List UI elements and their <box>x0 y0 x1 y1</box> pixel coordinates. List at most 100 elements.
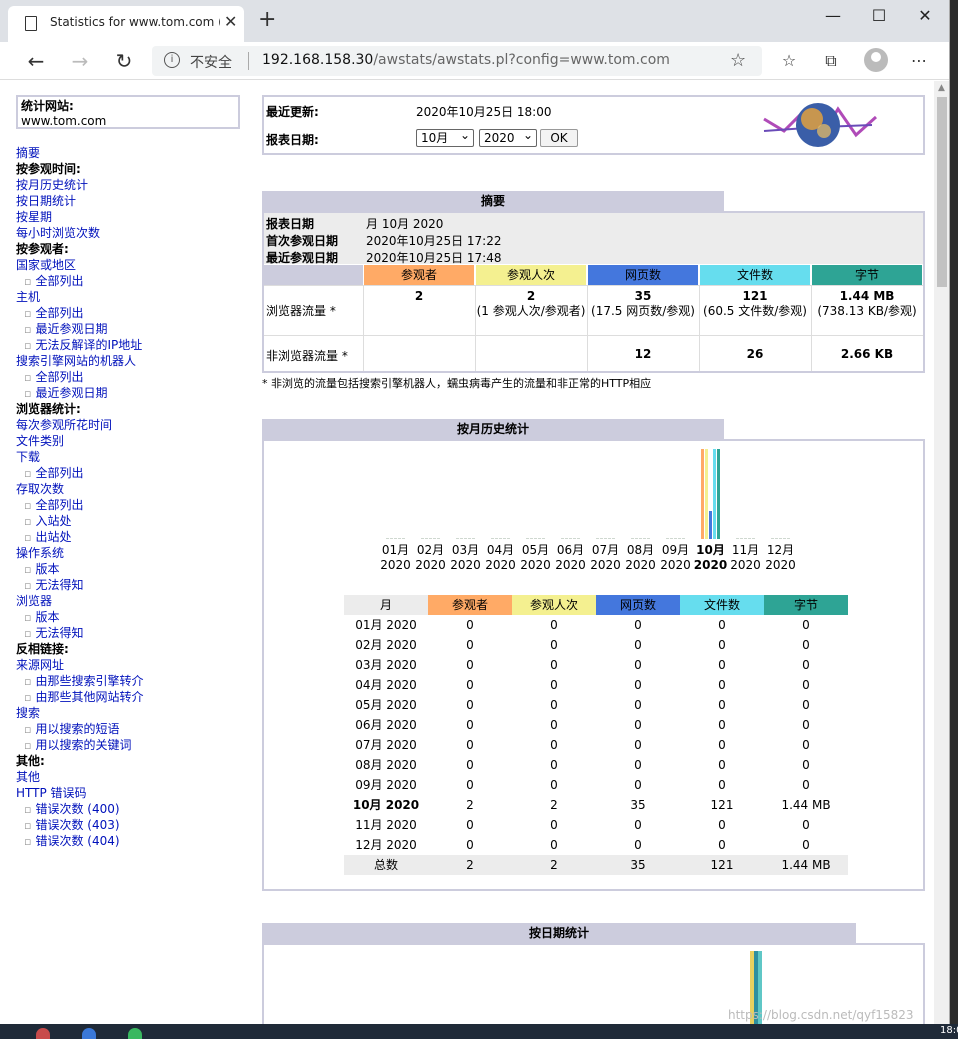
monthly-chart-label-month: 01月 <box>381 543 410 557</box>
profile-avatar[interactable] <box>864 48 888 72</box>
sidebar-link[interactable]: 最近参观日期 <box>16 321 246 337</box>
browser-tab[interactable]: Statistics for www.tom.com (2020 ✕ <box>8 6 244 42</box>
sidebar-link[interactable]: 浏览器 <box>16 593 246 609</box>
page-scrollbar[interactable]: ▲ <box>934 81 949 1024</box>
address-bar[interactable]: i 不安全 192.168.158.30/awstats/awstats.pl?… <box>152 46 762 76</box>
scroll-up-icon[interactable]: ▲ <box>938 83 945 93</box>
monthly-chart-bar <box>472 537 475 539</box>
summary-col-header: 字节 <box>812 265 922 285</box>
sidebar-link[interactable]: 无法反解译的IP地址 <box>16 337 246 353</box>
sidebar-link[interactable]: 每次参观所花时间 <box>16 417 246 433</box>
sidebar-link[interactable]: 按月历史统计 <box>16 177 246 193</box>
monthly-row-value: 0 <box>550 838 558 852</box>
monthly-chart-bar <box>670 537 673 539</box>
sidebar-link[interactable]: 无法得知 <box>16 577 246 593</box>
sidebar-link[interactable]: 摘要 <box>16 145 246 161</box>
sidebar-link[interactable]: 全部列出 <box>16 465 246 481</box>
sidebar-link[interactable]: 入站处 <box>16 513 246 529</box>
sidebar-link[interactable]: 文件类别 <box>16 433 246 449</box>
sidebar-link[interactable]: 搜索 <box>16 705 246 721</box>
refresh-button[interactable]: ↻ <box>110 48 138 74</box>
minimize-icon[interactable]: — <box>810 4 856 28</box>
monthly-chart-bar <box>674 537 677 539</box>
sidebar-heading: 按参观者: <box>16 242 69 256</box>
sidebar-link[interactable]: 其他 <box>16 769 246 785</box>
sidebar-link[interactable]: 每小时浏览次数 <box>16 225 246 241</box>
sidebar-heading: 浏览器统计: <box>16 402 81 416</box>
monthly-row-value: 0 <box>550 698 558 712</box>
sidebar-link[interactable]: 版本 <box>16 609 246 625</box>
scroll-thumb[interactable] <box>937 97 947 287</box>
sidebar-link[interactable]: 按日期统计 <box>16 193 246 209</box>
viewed-traffic-ratio: (1 参观人次/参观者) <box>476 304 586 318</box>
sidebar-link[interactable]: 无法得知 <box>16 625 246 641</box>
monthly-row-month: 12月 2020 <box>355 838 417 852</box>
monthly-chart-label-month: 05月 <box>521 543 550 557</box>
ok-button[interactable]: OK <box>540 129 578 147</box>
sidebar-link[interactable]: 最近参观日期 <box>16 385 246 401</box>
monthly-chart-bar <box>736 537 739 539</box>
monthly-chart-bar <box>534 537 537 539</box>
close-window-icon[interactable]: ✕ <box>902 4 948 28</box>
monthly-row-value: 0 <box>466 638 474 652</box>
sidebar-link[interactable]: 全部列出 <box>16 369 246 385</box>
not-viewed-traffic-label: 非浏览器流量 * <box>266 349 348 363</box>
info-icon[interactable]: i <box>164 52 180 68</box>
collections-icon[interactable]: ⧉ <box>818 49 844 73</box>
sidebar-link[interactable]: 按星期 <box>16 209 246 225</box>
month-select[interactable]: 10月 <box>416 127 474 147</box>
monthly-row-value: 0 <box>634 838 642 852</box>
sidebar-link[interactable]: 搜索引擎网站的机器人 <box>16 353 246 369</box>
taskbar-app-icon[interactable] <box>128 1028 142 1039</box>
sidebar-link[interactable]: 由那些其他网站转介 <box>16 689 246 705</box>
monthly-chart-bar <box>639 537 642 539</box>
sidebar-link[interactable]: 用以搜索的短语 <box>16 721 246 737</box>
tab-close-icon[interactable]: ✕ <box>224 12 237 31</box>
sidebar-link[interactable]: 国家或地区 <box>16 257 246 273</box>
monthly-row-value: 0 <box>634 678 642 692</box>
monthly-chart-bar <box>507 537 510 539</box>
taskbar-app-icon[interactable] <box>36 1028 50 1039</box>
report-date-label: 报表日期: <box>266 133 319 147</box>
more-menu-icon[interactable]: ⋯ <box>906 49 932 73</box>
monthly-chart-label: 01月 2020 <box>378 543 413 573</box>
taskbar-app-icon[interactable] <box>82 1028 96 1039</box>
monthly-row-value: 0 <box>718 758 726 772</box>
viewed-traffic-value: 2 <box>526 289 536 303</box>
year-select[interactable]: 2020 <box>479 127 537 147</box>
monthly-chart-bar <box>526 537 529 539</box>
maximize-icon[interactable]: ☐ <box>856 4 902 28</box>
sidebar-link[interactable]: 由那些搜索引擎转介 <box>16 673 246 689</box>
monthly-chart-label: 05月 2020 <box>518 543 553 573</box>
monthly-col-header: 字节 <box>764 595 848 615</box>
monthly-chart-label-month: 03月 <box>451 543 480 557</box>
sidebar-link[interactable]: 错误次数 (403) <box>16 817 246 833</box>
new-tab-button[interactable]: + <box>258 8 276 32</box>
url-text[interactable]: 192.168.158.30/awstats/awstats.pl?config… <box>262 52 670 68</box>
sidebar-link[interactable]: 用以搜索的关键词 <box>16 737 246 753</box>
sidebar-link[interactable]: 全部列出 <box>16 305 246 321</box>
monthly-row-value: 0 <box>718 738 726 752</box>
sidebar-link[interactable]: 出站处 <box>16 529 246 545</box>
favorite-star-icon[interactable]: ☆ <box>730 50 746 71</box>
sidebar-link[interactable]: HTTP 错误码 <box>16 785 246 801</box>
sidebar-link[interactable]: 下载 <box>16 449 246 465</box>
sidebar-link[interactable]: 存取次数 <box>16 481 246 497</box>
monthly-chart-bar <box>499 537 502 539</box>
sidebar-link[interactable]: 错误次数 (404) <box>16 833 246 849</box>
sidebar-link[interactable]: 全部列出 <box>16 273 246 289</box>
sidebar-link[interactable]: 全部列出 <box>16 497 246 513</box>
sidebar-link[interactable]: 错误次数 (400) <box>16 801 246 817</box>
forward-button[interactable]: → <box>66 48 94 74</box>
not-viewed-traffic-value: 12 <box>634 347 652 361</box>
monthly-col-header: 参观者 <box>428 595 512 615</box>
back-button[interactable]: ← <box>22 48 50 74</box>
monthly-row-value: 0 <box>802 758 810 772</box>
page-icon <box>25 16 37 31</box>
sidebar-link[interactable]: 版本 <box>16 561 246 577</box>
favorites-icon[interactable]: ☆ <box>776 49 802 73</box>
sidebar-link[interactable]: 来源网址 <box>16 657 246 673</box>
sidebar-link[interactable]: 主机 <box>16 289 246 305</box>
sidebar-link[interactable]: 操作系统 <box>16 545 246 561</box>
monthly-table-row: 08月 2020 0 0 0 0 0 <box>344 755 848 775</box>
